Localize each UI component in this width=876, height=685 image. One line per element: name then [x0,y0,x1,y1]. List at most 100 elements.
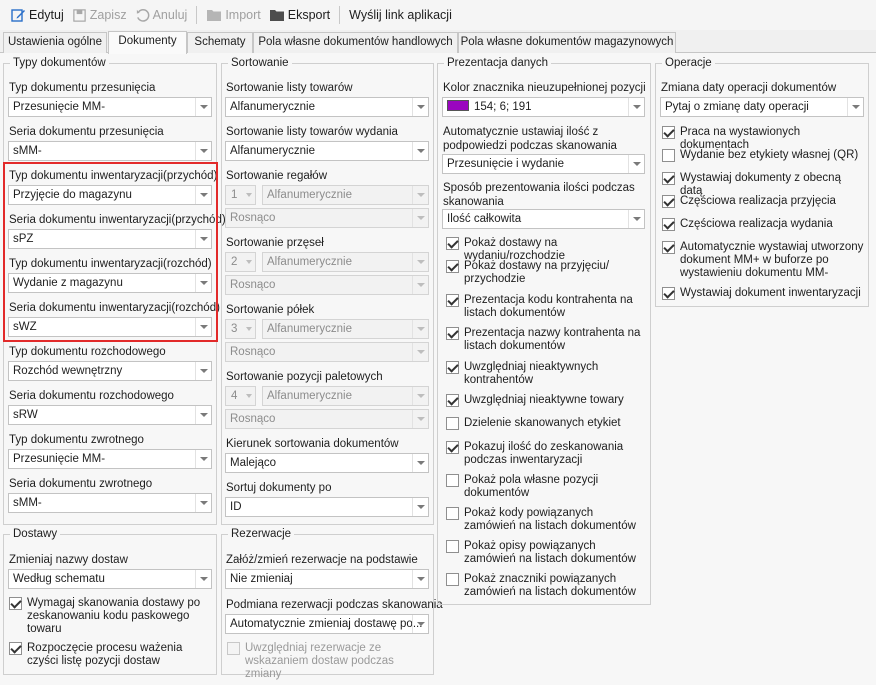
operation-option-label: Częściowa realizacja przyjęcia [680,195,836,207]
quantity-display-select[interactable]: Ilość całkowita [442,209,645,229]
quantity-display-label: Sposób prezentowania ilości podczas skan… [443,182,635,208]
operation-option-checkbox[interactable]: Wydanie bez etykiety własnej (QR) [662,149,865,162]
operation-option-checkbox[interactable]: Częściowa realizacja przyjęcia [662,195,865,208]
checkbox-unchecked-icon [446,417,459,430]
marker-color-select[interactable]: 154; 6; 191 [442,97,645,117]
return-type-value: Przesunięcie MM- [13,453,106,465]
checkbox-checked-icon [9,597,22,610]
operation-option-checkbox[interactable]: Częściowa realizacja wydania [662,218,865,231]
presentation-option-checkbox[interactable]: Dzielenie skanowanych etykiet [446,417,646,430]
checkbox-checked-icon [446,361,459,374]
return-series-label: Seria dokumentu zwrotnego [9,478,153,490]
rack-sort-mode-select[interactable]: Alfanumerycznie [262,185,429,205]
require-delivery-scan-checkbox[interactable]: Wymagaj skanowania dostawy po zeskanowan… [9,597,214,636]
reservation-basis-select[interactable]: Nie zmieniaj [225,569,429,589]
checkbox-checked-icon [446,441,459,454]
pallet-sort-label: Sortowanie pozycji paletowych [226,371,383,383]
cancel-button[interactable]: Anuluj [131,2,192,28]
cancel-label: Anuluj [152,8,188,22]
save-label: Zapisz [89,8,127,22]
inventory-expense-type-select[interactable]: Wydanie z magazynu [8,273,212,293]
bay-sort-mode-select[interactable]: Alfanumerycznie [262,252,429,272]
presentation-option-checkbox[interactable]: Uwzględniaj nieaktywne towary [446,394,646,407]
checkbox-checked-icon [662,287,675,300]
operation-option-checkbox[interactable]: Automatycznie wystawiaj utworzony dokume… [662,241,865,280]
bay-sort-mode-value: Alfanumerycznie [267,256,353,268]
tab-custom-fields-warehouse[interactable]: Pola własne dokumentów magazynowych [458,32,676,53]
chevron-down-icon [412,276,428,294]
inventory-income-series-select[interactable]: sPZ [8,229,212,249]
share-link-button[interactable]: Wyślij link aplikacji [345,2,456,28]
inventory-expense-series-select[interactable]: sWZ [8,317,212,337]
inventory-expense-type-value: Wydanie z magazynu [13,277,123,289]
operation-date-select[interactable]: Pytaj o zmianę daty operacji [660,97,864,117]
tab-schemes[interactable]: Schematy [187,32,253,53]
pallet-sort-priority-value: 4 [231,390,238,402]
marker-color-value: 154; 6; 191 [474,101,532,113]
document-sort-direction-select[interactable]: Malejąco [225,453,429,473]
import-label: Import [225,8,261,22]
chevron-down-icon [412,570,428,588]
save-button[interactable]: Zapisz [68,2,131,28]
edit-button[interactable]: Edytuj [6,2,68,28]
bay-sort-order-select[interactable]: Rosnąco [225,275,429,295]
tab-custom-fields-commercial[interactable]: Pola własne dokumentów handlowych [253,32,458,53]
checkbox-unchecked-icon [662,149,675,162]
shelf-sort-mode-select[interactable]: Alfanumerycznie [262,319,429,339]
return-series-value: sMM- [13,497,42,509]
presentation-option-checkbox[interactable]: Pokaż dostawy na przyjęciu/ przychodzie [446,260,646,286]
issue-list-sort-select[interactable]: Alfanumerycznie [225,141,429,161]
auto-quantity-value: Przesunięcie i wydanie [447,158,564,170]
rack-sort-order-select[interactable]: Rosnąco [225,208,429,228]
tab-documents[interactable]: Dokumenty [108,31,187,54]
presentation-option-checkbox[interactable]: Uwzględniaj nieaktywnych kontrahentów [446,361,646,387]
pallet-sort-priority[interactable]: 4 [225,386,256,406]
reservation-swap-select[interactable]: Automatycznie zmieniaj dostawę po... [225,614,429,634]
presentation-option-checkbox[interactable]: Prezentacja kodu kontrahenta na listach … [446,294,646,320]
return-type-label: Typ dokumentu zwrotnego [9,434,144,446]
inventory-income-series-value: sPZ [13,233,34,245]
presentation-option-checkbox[interactable]: Pokaż znaczniki powiązanych zamówień na … [446,573,646,599]
inventory-income-type-select[interactable]: Przyjęcie do magazynu [8,185,212,205]
presentation-option-checkbox[interactable]: Prezentacja nazwy kontrahenta na listach… [446,327,646,353]
include-reservations-checkbox[interactable]: Uwzględniaj rezerwacje ze wskazaniem dos… [227,642,430,681]
presentation-option-checkbox[interactable]: Pokaż pola własne pozycji dokumentów [446,474,646,500]
operation-option-checkbox[interactable]: Wystawiaj dokument inwentaryzacji [662,287,865,300]
expense-type-select[interactable]: Rozchód wewnętrzny [8,361,212,381]
chevron-down-icon [412,343,428,361]
presentation-option-label: Pokazuj ilość do zeskanowania podczas in… [464,441,624,466]
presentation-option-label: Pokaż kody powiązanych zamówień na lista… [464,507,636,532]
transfer-series-select[interactable]: sMM- [8,141,212,161]
checkbox-checked-icon [446,237,459,250]
presentation-option-checkbox[interactable]: Pokaż opisy powiązanych zamówień na list… [446,540,646,566]
goods-list-sort-select[interactable]: Alfanumerycznie [225,97,429,117]
shelf-sort-priority[interactable]: 3 [225,319,256,339]
reservation-basis-value: Nie zmieniaj [230,573,293,585]
export-button[interactable]: Eksport [265,2,334,28]
expense-series-value: sRW [13,409,38,421]
return-series-select[interactable]: sMM- [8,493,212,513]
operation-option-label: Wystawiaj dokument inwentaryzacji [680,287,861,299]
tab-general-settings[interactable]: Ustawienia ogólne [3,32,107,53]
import-button[interactable]: Import [202,2,264,28]
pallet-sort-order-select[interactable]: Rosnąco [225,409,429,429]
bay-sort-priority[interactable]: 2 [225,252,256,272]
rack-sort-priority[interactable]: 1 [225,185,256,205]
transfer-series-value: sMM- [13,145,42,157]
transfer-type-value: Przesunięcie MM- [13,101,106,113]
checkbox-checked-icon [446,394,459,407]
chevron-down-icon [195,362,211,380]
presentation-option-checkbox[interactable]: Pokazuj ilość do zeskanowania podczas in… [446,441,646,467]
chevron-down-icon [412,320,428,338]
rename-deliveries-select[interactable]: Według schematu [8,569,212,589]
transfer-type-select[interactable]: Przesunięcie MM- [8,97,212,117]
weighing-clears-list-checkbox[interactable]: Rozpoczęcie procesu ważenia czyści listę… [9,642,214,668]
presentation-option-checkbox[interactable]: Pokaż kody powiązanych zamówień na lista… [446,507,646,533]
document-sort-by-select[interactable]: ID [225,497,429,517]
return-type-select[interactable]: Przesunięcie MM- [8,449,212,469]
edit-label: Edytuj [29,8,64,22]
expense-series-select[interactable]: sRW [8,405,212,425]
pallet-sort-mode-select[interactable]: Alfanumerycznie [262,386,429,406]
auto-quantity-select[interactable]: Przesunięcie i wydanie [442,154,645,174]
shelf-sort-order-select[interactable]: Rosnąco [225,342,429,362]
